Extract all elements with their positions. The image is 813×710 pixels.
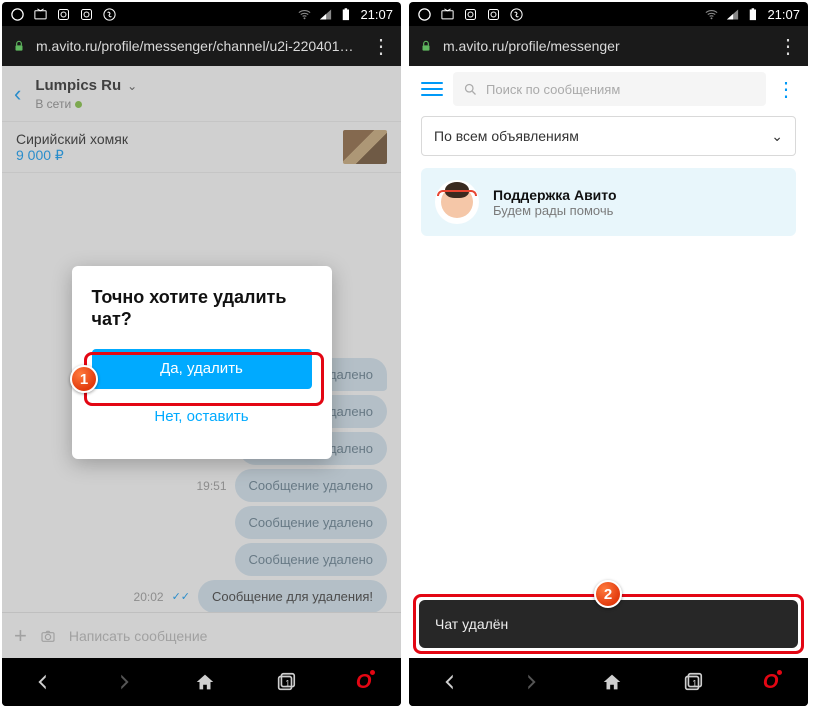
lock-icon xyxy=(12,39,26,53)
support-avatar xyxy=(435,180,479,224)
signal-icon xyxy=(725,7,740,22)
phone-right: 21:07 m.avito.ru/profile/messenger ⋮ Пои… xyxy=(409,2,808,706)
hamburger-icon[interactable] xyxy=(421,82,443,96)
messenger-list-page: Поиск по сообщениям ⋮ По всем объявления… xyxy=(409,66,808,658)
shazam-icon xyxy=(509,7,524,22)
svg-text:1: 1 xyxy=(692,679,697,689)
status-bar: 21:07 xyxy=(2,2,401,26)
wifi-icon xyxy=(704,7,719,22)
lock-icon xyxy=(419,39,433,53)
support-title: Поддержка Авито xyxy=(493,187,617,203)
opera-status-icon xyxy=(10,7,25,22)
step-badge-1: 1 xyxy=(70,365,98,393)
support-card[interactable]: Поддержка Авито Будем рады помочь xyxy=(421,168,796,236)
support-subtitle: Будем рады помочь xyxy=(493,203,617,218)
status-bar: 21:07 xyxy=(409,2,808,26)
signal-icon xyxy=(318,7,333,22)
nav-forward-icon[interactable] xyxy=(520,671,542,693)
search-placeholder: Поиск по сообщениям xyxy=(486,82,620,97)
nav-tabs-icon[interactable]: 1 xyxy=(275,671,297,693)
nav-back-icon[interactable] xyxy=(32,671,54,693)
nav-tabs-icon[interactable]: 1 xyxy=(682,671,704,693)
browser-bottom-nav: 1 O xyxy=(2,658,401,706)
search-icon xyxy=(463,82,478,97)
camera-icon-2 xyxy=(79,7,94,22)
address-bar[interactable]: m.avito.ru/profile/messenger/channel/u2i… xyxy=(2,26,401,66)
status-time: 21:07 xyxy=(360,7,393,22)
search-input[interactable]: Поиск по сообщениям xyxy=(453,72,766,106)
opera-status-icon xyxy=(417,7,432,22)
battery-icon xyxy=(339,7,354,22)
url-text: m.avito.ru/profile/messenger/channel/u2i… xyxy=(36,38,354,54)
modal-overlay: Точно хотите удалить чат? Да, удалить Не… xyxy=(2,66,401,658)
search-row: Поиск по сообщениям ⋮ xyxy=(409,66,808,112)
tv-icon xyxy=(440,7,455,22)
browser-bottom-nav: 1 O xyxy=(409,658,808,706)
battery-icon xyxy=(746,7,761,22)
opera-menu-icon[interactable]: O xyxy=(356,671,372,694)
chat-page: ‹ Lumpics Ru⌄ В сети Сирийский хомяк 9 0… xyxy=(2,66,401,658)
url-text: m.avito.ru/profile/messenger xyxy=(443,38,620,54)
browser-menu-icon[interactable]: ⋮ xyxy=(371,34,391,59)
cancel-delete-button[interactable]: Нет, оставить xyxy=(92,397,312,437)
camera-icon-2 xyxy=(486,7,501,22)
wifi-icon xyxy=(297,7,312,22)
svg-text:1: 1 xyxy=(285,679,290,689)
confirm-delete-button[interactable]: Да, удалить xyxy=(92,349,312,389)
tv-icon xyxy=(33,7,48,22)
nav-forward-icon[interactable] xyxy=(113,671,135,693)
opera-menu-icon[interactable]: O xyxy=(763,671,779,694)
nav-back-icon[interactable] xyxy=(439,671,461,693)
address-bar[interactable]: m.avito.ru/profile/messenger ⋮ xyxy=(409,26,808,66)
chevron-down-icon: ⌄ xyxy=(771,128,783,145)
browser-menu-icon[interactable]: ⋮ xyxy=(778,34,798,59)
filter-dropdown[interactable]: По всем объявлениям ⌄ xyxy=(421,116,796,156)
camera-icon xyxy=(56,7,71,22)
page-menu-icon[interactable]: ⋮ xyxy=(776,77,796,102)
delete-chat-modal: Точно хотите удалить чат? Да, удалить Не… xyxy=(72,266,332,459)
phone-left: 21:07 m.avito.ru/profile/messenger/chann… xyxy=(2,2,401,706)
modal-title: Точно хотите удалить чат? xyxy=(92,286,312,331)
nav-home-icon[interactable] xyxy=(601,671,623,693)
camera-icon xyxy=(463,7,478,22)
toast-text: Чат удалён xyxy=(435,616,508,632)
filter-label: По всем объявлениям xyxy=(434,128,579,144)
status-time: 21:07 xyxy=(767,7,800,22)
nav-home-icon[interactable] xyxy=(194,671,216,693)
shazam-icon xyxy=(102,7,117,22)
step-badge-2: 2 xyxy=(594,580,622,608)
